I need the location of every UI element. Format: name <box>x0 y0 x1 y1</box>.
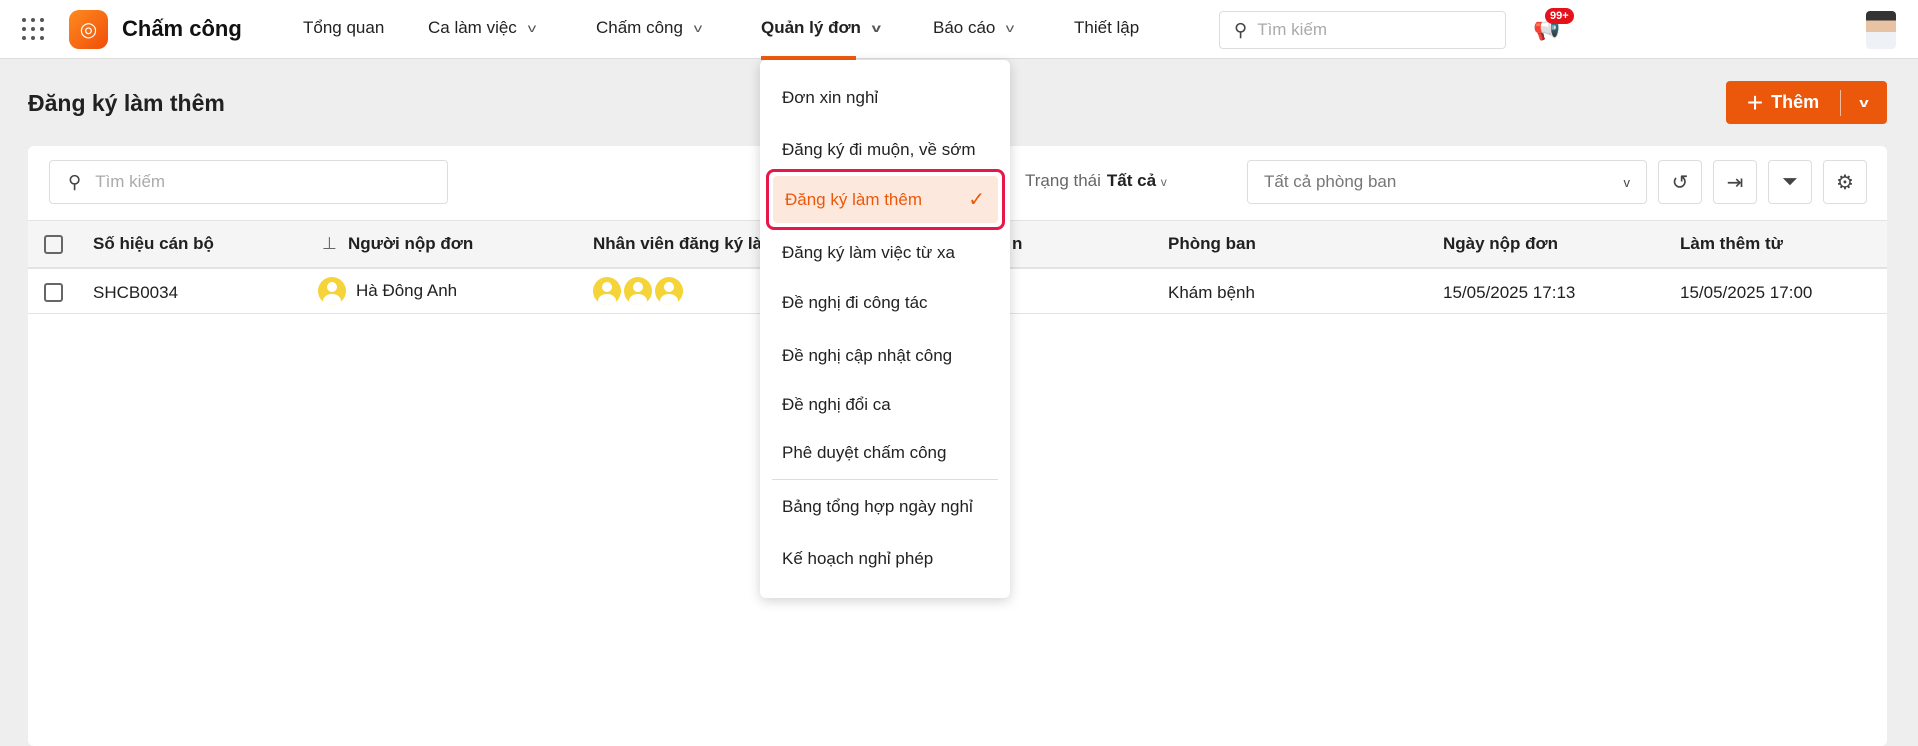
user-avatar-icon <box>593 277 621 305</box>
chevron-down-icon: v <box>1160 175 1167 189</box>
nav-tong-quan[interactable]: Tổng quan <box>303 18 384 38</box>
search-icon: ⚲ <box>68 171 82 192</box>
user-avatar[interactable] <box>1866 11 1896 49</box>
column-header[interactable]: Ngày nộp đơn <box>1443 234 1558 254</box>
app-grid-icon[interactable] <box>22 18 44 40</box>
column-header-tail: n <box>1012 234 1023 253</box>
plus-icon: + <box>1746 86 1764 118</box>
nav-ca-lam-viec[interactable]: Ca làm việc v <box>428 18 537 38</box>
menu-item[interactable]: Đơn xin nghỉ <box>782 88 878 108</box>
add-button[interactable]: + Thêm v <box>1726 81 1887 124</box>
filter-icon: ⏷ <box>1782 170 1798 193</box>
column-header[interactable]: Nhân viên đăng ký là <box>593 234 762 254</box>
chevron-down-icon: v <box>871 21 881 35</box>
nav-bao-cao[interactable]: Báo cáo v <box>933 18 1015 38</box>
nav-quan-ly-don[interactable]: Quản lý đơn v <box>761 18 881 38</box>
add-dropdown-chevron-icon[interactable]: v <box>1834 95 1894 110</box>
refresh-button[interactable]: ↺ <box>1658 160 1702 204</box>
page-title: Đăng ký làm thêm <box>28 90 225 116</box>
column-header[interactable]: Người nộp đơn <box>348 234 473 254</box>
menu-item-label: Đăng ký làm thêm <box>785 189 922 209</box>
menu-item[interactable]: Đề nghị đổi ca <box>782 395 891 415</box>
user-avatar-icon <box>318 277 346 305</box>
notification-badge: 99+ <box>1545 8 1574 24</box>
add-label: Thêm <box>1771 92 1820 112</box>
row-checkbox[interactable] <box>44 283 63 302</box>
nav-label: Quản lý đơn <box>761 18 861 37</box>
nav-label: Ca làm việc <box>428 18 517 37</box>
column-header[interactable]: Số hiệu cán bộ <box>93 234 214 254</box>
check-icon: ✓ <box>968 189 985 211</box>
menu-item-selected[interactable]: Đăng ký làm thêm ✓ <box>766 169 1005 230</box>
filter-button[interactable]: ⏷ <box>1768 160 1812 204</box>
nav-label: Thiết lập <box>1074 18 1140 37</box>
menu-item[interactable]: Đăng ký đi muộn, về sớm <box>782 140 976 160</box>
cell-from: 15/05/2025 17:00 <box>1680 283 1813 302</box>
column-header[interactable]: Làm thêm từ <box>1680 234 1783 254</box>
search-placeholder: Tìm kiếm <box>1257 20 1328 39</box>
menu-item[interactable]: Phê duyệt chấm công <box>782 443 946 463</box>
cell-employees <box>593 277 683 305</box>
chevron-down-icon: v <box>1623 174 1631 190</box>
select-all-checkbox[interactable] <box>44 235 63 254</box>
chevron-down-icon: v <box>1006 21 1015 35</box>
department-select[interactable]: Tất cả phòng ban v <box>1247 160 1647 204</box>
gear-icon: ⚙ <box>1836 171 1854 194</box>
search-icon: ⚲ <box>1234 19 1248 40</box>
nav-thiet-lap[interactable]: Thiết lập <box>1074 18 1139 38</box>
column-header[interactable]: Phòng ban <box>1168 234 1256 254</box>
nav-cham-cong[interactable]: Chấm công v <box>596 18 703 38</box>
search-placeholder: Tìm kiếm <box>95 172 166 191</box>
nav-label: Chấm công <box>596 18 683 37</box>
export-button[interactable]: ⇥ <box>1713 160 1757 204</box>
status-label: Trạng thái <box>1025 171 1101 190</box>
menu-item[interactable]: Đề nghị cập nhật công <box>782 346 952 366</box>
header-search-input[interactable]: ⚲ Tìm kiếm <box>1219 11 1506 49</box>
pin-icon[interactable]: ⊥ <box>322 234 337 254</box>
export-icon: ⇥ <box>1726 171 1744 194</box>
nav-label: Báo cáo <box>933 18 996 37</box>
menu-item[interactable]: Đề nghị đi công tác <box>782 293 928 313</box>
status-value: Tất cả <box>1106 171 1157 190</box>
cell-code: SHCB0034 <box>93 283 179 302</box>
cell-submitted: 15/05/2025 17:13 <box>1443 283 1576 302</box>
settings-button[interactable]: ⚙ <box>1823 160 1867 204</box>
menu-item[interactable]: Đăng ký làm việc từ xa <box>782 243 955 263</box>
menu-divider <box>772 479 998 480</box>
status-filter[interactable]: Trạng thái Tất cả v <box>1025 171 1167 191</box>
app-title: Chấm công <box>122 16 242 41</box>
user-avatar-icon <box>655 277 683 305</box>
refresh-icon: ↺ <box>1671 171 1689 194</box>
app-logo-icon: ◎ <box>69 10 108 49</box>
list-search-input[interactable]: ⚲ Tìm kiếm <box>49 160 448 204</box>
user-avatar-icon <box>624 277 652 305</box>
chevron-down-icon: v <box>693 21 703 35</box>
chevron-down-icon: v <box>527 21 537 35</box>
nav-label: Tổng quan <box>303 18 385 37</box>
submitter-name: Hà Đông Anh <box>356 281 458 300</box>
menu-item[interactable]: Bảng tổng hợp ngày nghỉ <box>782 497 973 517</box>
cell-department: Khám bệnh <box>1168 283 1255 302</box>
department-value: Tất cả phòng ban <box>1264 172 1397 191</box>
cell-submitter: Hà Đông Anh <box>318 277 457 305</box>
menu-item[interactable]: Kế hoạch nghỉ phép <box>782 549 933 569</box>
